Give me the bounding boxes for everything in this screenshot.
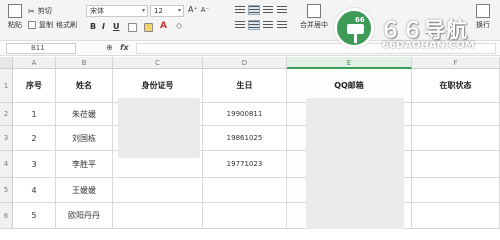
font-name-value: 宋体 [90,7,104,15]
redacted-id-numbers [118,98,200,158]
underline-button[interactable]: U [113,22,120,31]
column-header-f[interactable]: F [412,57,500,69]
font-name-select[interactable]: 宋体 ▾ [86,5,148,17]
scissors-icon: ✂ [28,6,35,16]
table-cell-status[interactable] [412,126,500,151]
table-cell-birthday[interactable] [203,203,287,229]
table-cell-status[interactable] [412,103,500,126]
watermark-logo-digits: 66 [355,16,365,24]
table-cell-status[interactable] [412,178,500,203]
justify-icon[interactable] [277,21,287,29]
table-cell-no[interactable]: 1 [13,103,56,126]
align-right-icon[interactable] [263,21,273,29]
name-box[interactable]: B11 [6,43,76,54]
format-painter-label: 格式刷 [56,21,77,29]
border-icon[interactable] [128,23,137,32]
merge-center-button[interactable]: 合并居中 [296,4,332,30]
indent-icon[interactable] [277,6,287,14]
table-cell-birthday[interactable] [203,178,287,203]
paste-icon [8,4,22,18]
row-header-6[interactable]: 6 [0,203,13,229]
header-cell-name[interactable]: 姓名 [56,69,113,103]
watermark-logo: 66 [334,8,374,48]
format-painter-button[interactable]: 格式刷 [56,20,77,30]
spreadsheet-window: 粘贴 ✂ 剪切 复制 格式刷 宋体 ▾ 12 ▾ A⁺ A⁻ B I U A ◇… [0,0,500,229]
flag-pole-icon [354,31,357,43]
chevron-down-icon: ▾ [141,7,145,14]
table-cell-birthday[interactable]: 19771023 [203,151,287,178]
chevron-down-icon: ▾ [177,7,181,14]
select-all-corner[interactable] [0,57,13,69]
font-size-select[interactable]: 12 ▾ [150,5,184,17]
align-bottom-icon[interactable] [263,6,273,14]
table-cell-name[interactable]: 欧阳丹丹 [56,203,113,229]
clear-format-icon[interactable]: ◇ [176,21,182,30]
align-left-icon[interactable] [235,21,245,29]
table-cell-no[interactable]: 2 [13,126,56,151]
align-center-icon[interactable] [248,20,260,30]
table-cell-no[interactable]: 4 [13,178,56,203]
zoom-icon[interactable]: ⊕ [106,43,113,52]
align-middle-icon[interactable] [248,5,260,15]
table-cell-no[interactable]: 5 [13,203,56,229]
bold-button[interactable]: B [90,22,96,31]
font-shrink-icon: A⁻ [200,5,210,14]
column-header-c[interactable]: C [113,57,203,69]
header-cell-no[interactable]: 序号 [13,69,56,103]
watermark-url: 66DAOHAN.COM [382,40,475,51]
merge-icon [307,4,321,18]
column-header-b[interactable]: B [56,57,113,69]
table-cell-id[interactable] [113,178,203,203]
row-header-2[interactable]: 2 [0,103,13,126]
header-cell-status[interactable]: 在职状态 [412,69,500,103]
font-grow-icon: A⁺ [188,5,198,14]
table-cell-name[interactable]: 王媛媛 [56,178,113,203]
copy-button[interactable]: 复制 [28,20,53,30]
paste-label: 粘贴 [8,21,22,29]
fx-icon[interactable]: fx [120,43,129,52]
cell-reference: B11 [31,44,45,52]
copy-label: 复制 [39,21,53,29]
merge-center-label: 合并居中 [300,21,328,29]
table-cell-status[interactable] [412,203,500,229]
redacted-qq-emails [306,98,404,229]
row-header-3[interactable]: 3 [0,126,13,151]
table-cell-name[interactable]: 刘国栋 [56,126,113,151]
wrap-icon [476,4,490,18]
header-cell-birthday[interactable]: 生日 [203,69,287,103]
column-header-e[interactable]: E [287,57,412,69]
table-cell-birthday[interactable]: 19861025 [203,126,287,151]
wrap-button[interactable]: 换行 [470,4,496,30]
font-grow-shrink[interactable]: A⁺ A⁻ [188,5,209,14]
table-cell-birthday[interactable]: 19900811 [203,103,287,126]
fill-color-icon[interactable] [144,23,153,32]
column-header-a[interactable]: A [13,57,56,69]
cut-button[interactable]: ✂ 剪切 [28,6,52,16]
row-header-5[interactable]: 5 [0,178,13,203]
align-top-icon[interactable] [235,6,245,14]
column-header-d[interactable]: D [203,57,287,69]
row-header-1[interactable]: 1 [0,69,13,103]
table-cell-name[interactable]: 李胜平 [56,151,113,178]
cut-label: 剪切 [37,7,52,15]
table-cell-name[interactable]: 朱莅媛 [56,103,113,126]
wrap-label: 换行 [476,21,490,29]
table-cell-status[interactable] [412,151,500,178]
copy-icon [28,21,36,29]
table-cell-no[interactable]: 3 [13,151,56,178]
italic-button[interactable]: I [102,22,105,31]
paste-button[interactable]: 粘贴 [4,4,26,30]
table-cell-id[interactable] [113,203,203,229]
font-color-icon[interactable]: A [160,21,167,31]
row-header-4[interactable]: 4 [0,151,13,178]
font-size-value: 12 [154,7,163,15]
